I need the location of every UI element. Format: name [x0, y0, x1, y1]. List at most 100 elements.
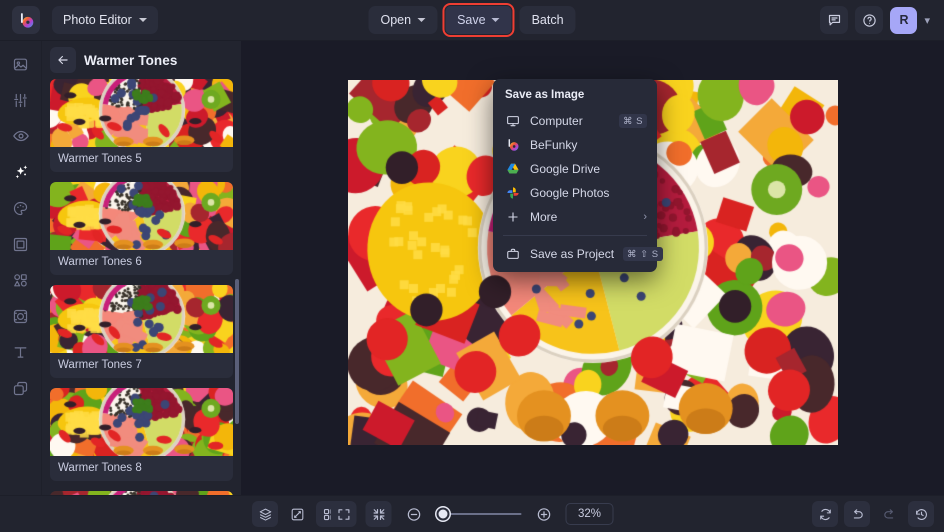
compare-icon	[290, 507, 305, 522]
history-icon	[914, 507, 929, 522]
text-icon	[12, 344, 29, 361]
avatar[interactable]: R	[890, 7, 917, 34]
layers-button[interactable]	[252, 501, 278, 527]
list-item[interactable]: Warmer Tones 6	[50, 182, 233, 275]
sidebar-item-layers[interactable]	[6, 373, 36, 403]
account-chevron-down-icon[interactable]: ▾	[924, 14, 930, 27]
chevron-right-icon: ›	[643, 211, 647, 223]
bottom-toolbar: 32%	[0, 495, 944, 532]
app-switcher-label: Photo Editor	[63, 13, 132, 27]
panel-header: Warmer Tones	[42, 41, 241, 79]
menu-divider	[503, 235, 647, 236]
list-item[interactable]: Warmer Tones 8	[50, 388, 233, 481]
help-circle-icon	[862, 13, 877, 28]
effect-label: Warmer Tones 5	[50, 147, 233, 172]
google-photos-icon	[505, 185, 521, 201]
zoom-level-value[interactable]: 32%	[566, 503, 614, 525]
actual-size-button[interactable]	[366, 501, 392, 527]
sidebar-item-image[interactable]	[6, 49, 36, 79]
menu-item-label: Computer	[530, 114, 610, 128]
menu-item-befunky[interactable]: BeFunky	[493, 133, 657, 157]
sidebar-item-artsy[interactable]	[6, 193, 36, 223]
menu-item-label: Save as Project	[530, 247, 614, 261]
menu-item-computer[interactable]: Computer ⌘ S	[493, 109, 657, 133]
effect-label: Warmer Tones 7	[50, 353, 233, 378]
sidebar-item-text[interactable]	[6, 337, 36, 367]
layers-icon	[12, 380, 29, 397]
menu-item-shortcut: ⌘ ⇧ S	[623, 247, 663, 261]
tool-rail	[0, 41, 41, 495]
refresh-icon	[818, 507, 833, 522]
reset-button[interactable]	[812, 501, 838, 527]
effect-label: Warmer Tones 8	[50, 456, 233, 481]
zoom-controls: 32%	[331, 501, 614, 527]
redo-button[interactable]	[876, 501, 902, 527]
app-body: Warmer Tones Warmer Tones 5Warmer Tones …	[0, 41, 944, 495]
open-button-label: Open	[380, 13, 411, 27]
save-button[interactable]: Save	[445, 6, 512, 34]
zoom-in-button[interactable]	[531, 501, 557, 527]
briefcase-icon	[505, 246, 521, 262]
befunky-logo-icon	[18, 12, 35, 29]
compare-button[interactable]	[284, 501, 310, 527]
sliders-icon	[12, 92, 29, 109]
menu-item-label: More	[530, 210, 634, 224]
frame-icon	[12, 236, 29, 253]
monitor-icon	[505, 113, 521, 129]
menu-item-label: BeFunky	[530, 138, 647, 152]
menu-title: Save as Image	[493, 86, 657, 109]
effects-list[interactable]: Warmer Tones 5 Warmer Tones 6 Warmer Tones…	[42, 79, 241, 495]
page-title: Warmer Tones	[84, 53, 177, 68]
top-toolbar: Photo Editor Open Save Batch	[0, 0, 944, 41]
zoom-out-button[interactable]	[401, 501, 427, 527]
sidebar-item-frames[interactable]	[6, 229, 36, 259]
panel-back-button[interactable]	[50, 47, 76, 73]
app-switcher[interactable]: Photo Editor	[52, 6, 158, 34]
batch-button[interactable]: Batch	[520, 6, 576, 34]
befunky-logo[interactable]	[12, 6, 40, 34]
menu-item-more[interactable]: More ›	[493, 205, 657, 229]
save-button-label: Save	[457, 13, 486, 27]
sidebar-item-touch-up[interactable]	[6, 121, 36, 151]
help-button[interactable]	[855, 6, 883, 34]
menu-item-google-photos[interactable]: Google Photos	[493, 181, 657, 205]
menu-item-label: Google Photos	[530, 186, 647, 200]
fit-screen-button[interactable]	[331, 501, 357, 527]
effect-thumbnail	[50, 79, 233, 147]
save-dropdown-menu: Save as Image Computer ⌘ S BeFunky Google D…	[493, 79, 657, 272]
chevron-down-icon	[492, 18, 500, 22]
eye-icon	[12, 127, 30, 145]
feedback-button[interactable]	[820, 6, 848, 34]
toolbar-right-actions: R ▾	[820, 6, 936, 34]
chevron-down-icon	[139, 18, 147, 22]
open-button[interactable]: Open	[368, 6, 437, 34]
sidebar-item-edit[interactable]	[6, 85, 36, 115]
plus-icon	[505, 209, 521, 225]
menu-item-save-as-project[interactable]: Save as Project ⌘ ⇧ S	[493, 242, 657, 266]
zoom-slider[interactable]	[436, 513, 522, 515]
menu-item-google-drive[interactable]: Google Drive	[493, 157, 657, 181]
panel-scrollbar[interactable]	[235, 279, 239, 424]
bottom-left-tools	[0, 501, 342, 527]
list-item[interactable]: Warmer Tones 5	[50, 79, 233, 172]
history-controls	[812, 501, 934, 527]
undo-button[interactable]	[844, 501, 870, 527]
sparkles-icon	[12, 163, 30, 181]
zoom-slider-handle[interactable]	[436, 508, 449, 521]
toolbar-center-actions: Open Save Batch	[368, 6, 575, 34]
effect-thumbnail	[50, 285, 233, 353]
menu-item-label: Google Drive	[530, 162, 647, 176]
effect-thumbnail	[50, 388, 233, 456]
list-item[interactable]: Warmer Tones 7	[50, 285, 233, 378]
befunky-icon	[505, 137, 521, 153]
sidebar-item-graphics[interactable]	[6, 265, 36, 295]
chat-icon	[827, 13, 842, 28]
effect-thumbnail	[50, 182, 233, 250]
app-root: Photo Editor Open Save Batch	[0, 0, 944, 532]
history-button[interactable]	[908, 501, 934, 527]
menu-item-shortcut: ⌘ S	[619, 114, 647, 128]
chevron-down-icon	[417, 18, 425, 22]
arrow-left-icon	[56, 53, 70, 67]
sidebar-item-effects[interactable]	[6, 157, 36, 187]
sidebar-item-overlays[interactable]	[6, 301, 36, 331]
